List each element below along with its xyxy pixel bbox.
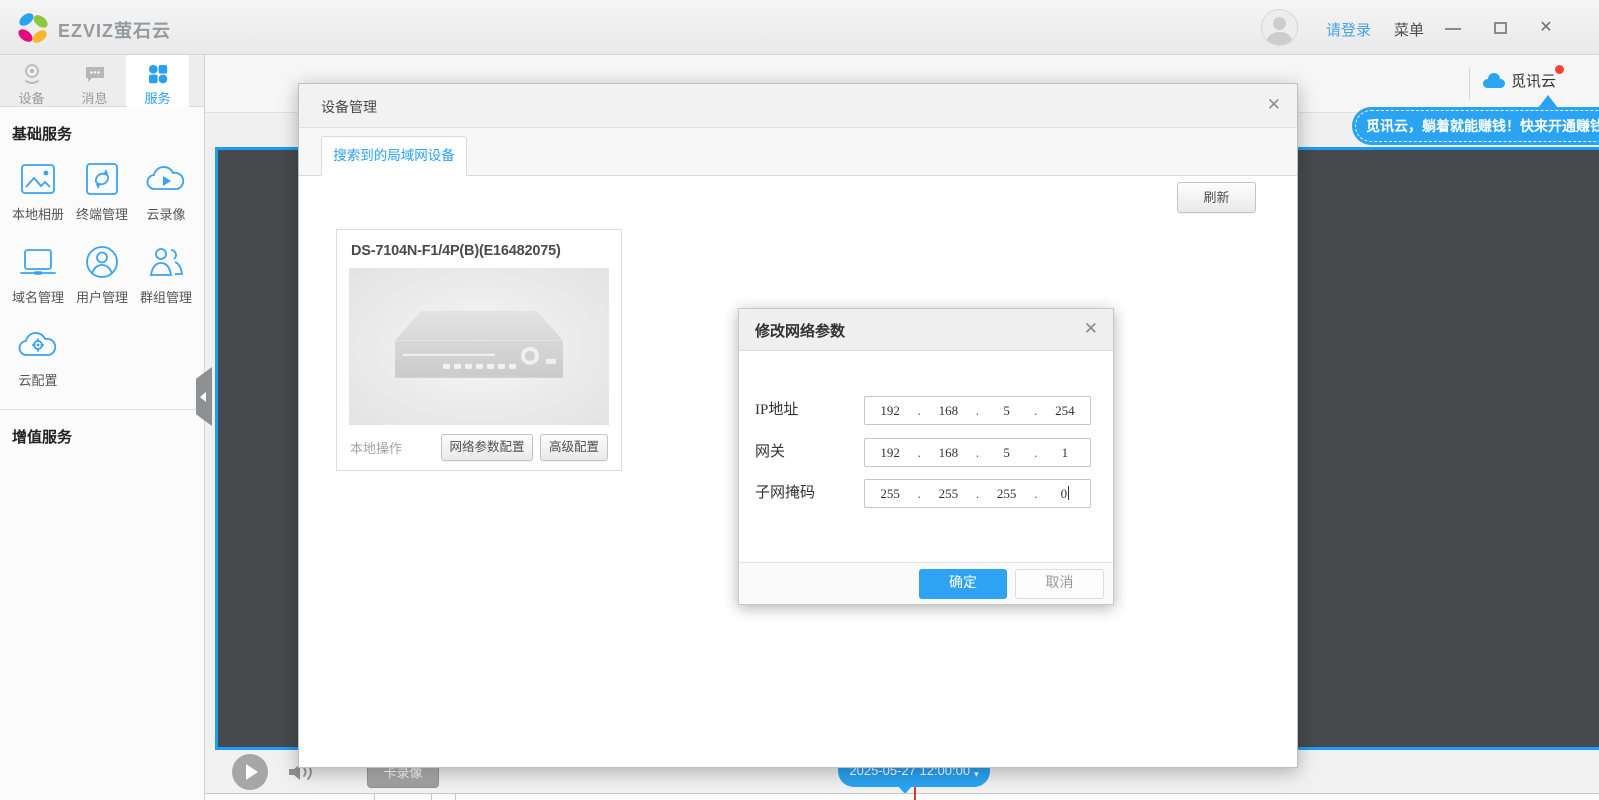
mixin-cloud-button[interactable]: 觅讯云 <box>1483 70 1556 91</box>
timeline-playhead[interactable] <box>914 787 916 800</box>
minimize-button[interactable] <box>1443 18 1463 38</box>
ezviz-logo-icon <box>16 11 50 45</box>
sidebar-tabs: 设备 消息 <box>0 55 204 107</box>
services-grid-icon <box>126 62 189 86</box>
sidebar-item-cloud-record[interactable]: 云录像 <box>134 158 198 223</box>
dialog-body: 刷新 DS-7104N-F1/4P(B)(E16482075) 本地 <box>299 176 1297 766</box>
maximize-icon <box>1494 22 1507 34</box>
timeline-tick <box>374 794 375 800</box>
device-image <box>349 268 609 425</box>
login-link[interactable]: 请登录 <box>1326 19 1371 40</box>
laptop-icon <box>6 241 70 283</box>
dialog-title: 设备管理 <box>321 97 377 117</box>
tab-services[interactable]: 服务 <box>126 55 189 107</box>
gateway-row: 网关 192 . 168 . 5 . 1 <box>739 438 1113 467</box>
tab-messages[interactable]: 消息 <box>63 55 126 107</box>
sidebar-item-terminal-mgmt[interactable]: 终端管理 <box>70 158 134 223</box>
section-heading-value-added: 增值服务 <box>0 410 204 451</box>
timeline-tick <box>455 794 456 800</box>
text-caret <box>1068 486 1069 500</box>
terminal-sync-icon <box>70 158 134 200</box>
local-operation-label: 本地操作 <box>350 438 441 457</box>
modify-network-dialog: 修改网络参数 ✕ IP地址 192 . 168 . 5 . 254 <box>738 308 1114 605</box>
maximize-button[interactable] <box>1490 18 1510 38</box>
sidebar-item-cloud-config[interactable]: 云配置 <box>6 324 70 389</box>
photo-icon <box>6 158 70 200</box>
toolbar-divider <box>1469 67 1470 100</box>
play-icon <box>246 764 258 780</box>
timeline-ruler[interactable] <box>205 793 1599 800</box>
play-button[interactable] <box>232 754 268 790</box>
chevron-left-icon <box>200 392 206 402</box>
titlebar: EZVIZ萤石云 请登录 菜单 ✕ <box>0 0 1599 55</box>
ip-address-label: IP地址 <box>755 396 798 425</box>
device-card-footer: 本地操作 网络参数配置 高级配置 <box>337 425 621 470</box>
basic-services-grid: 本地相册 终端管理 云 <box>0 148 204 399</box>
camera-icon <box>0 62 63 86</box>
sidebar: 设备 消息 <box>0 55 205 800</box>
dialog-header: 设备管理 ✕ <box>299 84 1297 128</box>
menu-button[interactable]: 菜单 <box>1394 19 1424 40</box>
dialog-tabbar: 搜索到的局域网设备 <box>299 128 1297 176</box>
network-dialog-header: 修改网络参数 ✕ <box>739 309 1113 351</box>
gateway-label: 网关 <box>755 438 785 467</box>
avatar[interactable] <box>1261 9 1298 46</box>
gateway-input[interactable]: 192 . 168 . 5 . 1 <box>864 438 1091 467</box>
network-dialog-footer: 确定 取消 <box>739 562 1113 604</box>
subnet-mask-row: 子网掩码 255 . 255 . 255 . 0 <box>739 479 1113 508</box>
network-dialog-close-button[interactable]: ✕ <box>1084 319 1098 339</box>
group-icon <box>134 241 198 283</box>
advanced-config-button[interactable]: 高级配置 <box>540 434 608 461</box>
nvr-illustration <box>395 310 563 377</box>
subnet-mask-label: 子网掩码 <box>755 479 815 508</box>
ip-address-row: IP地址 192 . 168 . 5 . 254 <box>739 396 1113 425</box>
sidebar-item-group-mgmt[interactable]: 群组管理 <box>134 241 198 306</box>
ok-button[interactable]: 确定 <box>919 569 1007 599</box>
subnet-mask-input[interactable]: 255 . 255 . 255 . 0 <box>864 479 1091 508</box>
tab-devices[interactable]: 设备 <box>0 55 63 107</box>
cloud-play-icon <box>134 158 198 200</box>
cloud-gear-icon <box>6 324 70 366</box>
network-dialog-body: IP地址 192 . 168 . 5 . 254 网关 <box>739 351 1113 563</box>
tab-lan-devices[interactable]: 搜索到的局域网设备 <box>321 136 467 176</box>
refresh-button[interactable]: 刷新 <box>1177 182 1256 213</box>
timeline-tick <box>431 794 432 800</box>
notification-dot <box>1555 65 1564 74</box>
section-heading-basic: 基础服务 <box>0 107 204 148</box>
device-name: DS-7104N-F1/4P(B)(E16482075) <box>337 230 621 268</box>
app-title: EZVIZ萤石云 <box>58 17 171 43</box>
cloud-icon <box>1483 73 1505 88</box>
message-icon <box>63 62 126 86</box>
app-window: EZVIZ萤石云 请登录 菜单 ✕ 设备 <box>0 0 1599 800</box>
network-config-button[interactable]: 网络参数配置 <box>441 434 533 461</box>
window-close-button[interactable]: ✕ <box>1536 18 1556 38</box>
ip-address-input[interactable]: 192 . 168 . 5 . 254 <box>864 396 1091 425</box>
promo-bubble[interactable]: 觅讯云，躺着就能赚钱！快来开通赚钱！ <box>1352 107 1599 145</box>
cancel-button[interactable]: 取消 <box>1015 569 1104 599</box>
network-dialog-title: 修改网络参数 <box>755 320 845 341</box>
sidebar-item-local-album[interactable]: 本地相册 <box>6 158 70 223</box>
device-card: DS-7104N-F1/4P(B)(E16482075) 本地操作 网络参数配置 <box>336 229 622 471</box>
minimize-icon <box>1445 28 1461 30</box>
user-icon <box>70 241 134 283</box>
sidebar-item-domain-mgmt[interactable]: 域名管理 <box>6 241 70 306</box>
dialog-close-button[interactable]: ✕ <box>1267 95 1281 115</box>
device-management-dialog: 设备管理 ✕ 搜索到的局域网设备 刷新 DS-7104N-F1/4P(B)(E1… <box>298 83 1298 768</box>
sidebar-item-user-mgmt[interactable]: 用户管理 <box>70 241 134 306</box>
